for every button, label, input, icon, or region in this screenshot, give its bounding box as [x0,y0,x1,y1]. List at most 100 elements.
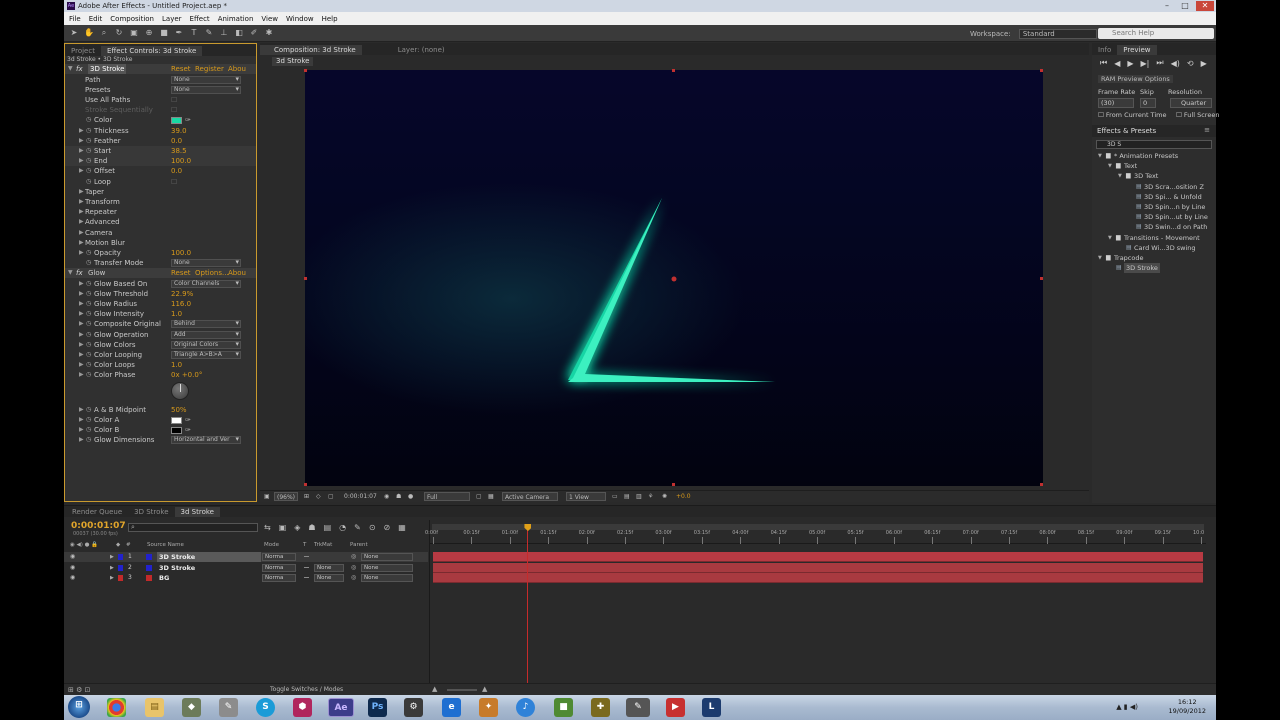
effects-presets-title[interactable]: Effects & Presets [1097,127,1156,135]
text-tool-icon[interactable]: T [189,28,199,38]
layer-expand-icon[interactable]: ▶ [110,552,114,562]
current-time-field[interactable]: 0:00:01:07 [344,492,377,501]
puppet-tool-icon[interactable]: ✱ [264,28,274,38]
effect-param-presets[interactable]: Presets None [65,85,256,95]
menu-animation[interactable]: Animation [218,15,254,23]
eyedropper-icon[interactable]: ✑ [185,425,191,435]
safe-zones-icon[interactable]: ⊞ [304,492,309,501]
stopwatch-icon[interactable]: ◷ [86,350,91,360]
preset-tree-item[interactable]: ▼ ▆ Text [1092,161,1216,171]
param-dropdown[interactable]: Behind [171,320,241,329]
region-of-interest-icon[interactable]: ▢ [476,492,482,501]
expand-icon[interactable]: ▶ [79,330,84,340]
search-help-input[interactable]: Search Help [1098,28,1214,39]
layer-expand-icon[interactable]: ▶ [110,573,114,583]
app15-icon[interactable]: ✎ [626,698,650,717]
composition-viewer[interactable] [304,69,1043,486]
camera-tool-icon[interactable]: ▣ [129,28,139,38]
param-dropdown[interactable]: Horizontal and Ver [171,436,241,445]
stopwatch-icon[interactable]: ◷ [86,309,91,319]
blend-mode-dropdown[interactable]: Norma [262,574,296,582]
param-value[interactable]: 0x +0.0° [171,370,202,380]
effect-param-glow-operation[interactable]: ▶ ◷ Glow Operation Add [65,330,256,340]
expand-icon[interactable]: ▶ [79,309,84,319]
expand-icon[interactable]: ▶ [79,299,84,309]
handle-mr[interactable] [1040,277,1043,280]
stopwatch-icon[interactable]: ◷ [86,319,91,329]
timeline-search-input[interactable]: ⌕ [128,523,258,532]
skip-field[interactable]: 0 [1140,98,1156,108]
preset-tree-item[interactable]: ▤ 3D Spi... & Unfold [1092,192,1216,202]
preserve-transparency-toggle[interactable] [304,566,309,568]
effect-about-link[interactable]: Abou [228,64,246,74]
exposure-icon[interactable]: ✺ [662,492,667,501]
full-screen-checkbox[interactable]: ☐ Full Screen [1176,111,1219,119]
effect-param-stroke-sequentially[interactable]: Stroke Sequentially ☐ [65,105,256,115]
layer-duration-bar[interactable] [433,552,1203,562]
timeline-layer-row[interactable]: ◉ ▶ 3 BG Norma None ◎ None [64,573,428,583]
anchor-point-icon[interactable] [671,276,677,282]
start-button-icon[interactable]: ⊞ [68,696,90,718]
param-value[interactable]: 39.0 [171,126,187,136]
graph-editor-icon[interactable]: ⊘ [384,523,391,532]
effect-param-composite-original[interactable]: ▶ ◷ Composite Original Behind [65,319,256,329]
handle-bl[interactable] [304,483,307,486]
preserve-transparency-toggle[interactable] [304,577,309,578]
effect-param-opacity[interactable]: ▶ ◷ Opacity 100.0 [65,248,256,258]
effect-param-motion-blur[interactable]: ▶ Motion Blur [65,238,256,248]
expand-icon[interactable]: ▶ [79,425,84,435]
parent-dropdown[interactable]: None [361,563,413,572]
expand-icon[interactable]: ▶ [79,166,84,176]
effect-param-color-loops[interactable]: ▶ ◷ Color Loops 1.0 [65,360,256,370]
ie-icon[interactable]: e [442,698,461,717]
expand-icon[interactable]: ▶ [79,146,84,156]
ram-preview-icon[interactable]: ▶ [1201,59,1207,68]
stopwatch-icon[interactable]: ◷ [86,415,91,425]
param-dropdown[interactable]: Add [171,330,241,339]
brainstorm-icon[interactable]: ✎ [354,523,361,532]
fast-previews-icon[interactable]: ▤ [624,492,630,501]
show-snapshot-icon[interactable]: ☗ [396,492,401,501]
pen-tool-icon[interactable]: ✒ [174,28,184,38]
preserve-transparency-toggle[interactable] [304,556,309,557]
time-ruler[interactable]: 0:00f 00:15f 01:00f 01:15f 02:00f 02:15f 03:00… [425,530,1206,544]
trkmat-dropdown[interactable] [314,553,344,561]
effect-options-link[interactable]: Options... [195,268,229,278]
stopwatch-icon[interactable]: ◷ [86,435,91,445]
timeline-layer-row[interactable]: ◉ ▶ 1 3D Stroke Norma ◎ None [64,552,428,562]
menu-composition[interactable]: Composition [110,15,154,23]
tree-toggle-icon[interactable]: ▼ [1098,253,1102,263]
effect-param-transfer-mode[interactable]: ◷ Transfer Mode None [65,258,256,268]
app17-icon[interactable]: L [702,698,721,717]
color-swatch[interactable] [171,416,182,424]
close-icon[interactable]: ✕ [1196,1,1214,11]
param-value[interactable]: 100.0 [171,156,191,166]
pick-whip-icon[interactable]: ◎ [351,552,356,562]
effect-param-color-a[interactable]: ▶ ◷ Color A ✑ [65,415,256,425]
toggle-switches-modes[interactable]: Toggle Switches / Modes [270,686,343,693]
exposure-value[interactable]: +0.0 [676,492,691,501]
play-icon[interactable]: ▶ [1127,59,1133,68]
param-checkbox[interactable]: ☐ [171,177,177,187]
effect-param-offset[interactable]: ▶ ◷ Offset 0.0 [65,166,256,176]
live-update-icon[interactable]: ▣ [279,523,287,532]
stopwatch-icon[interactable]: ◷ [86,136,91,146]
fx-icon[interactable]: fx [76,64,83,74]
shy-icon[interactable]: ☗ [308,523,315,532]
tab-3d-stroke-active[interactable]: 3d Stroke [174,507,220,517]
workspace-selector[interactable]: Workspace: Standard [970,29,1097,39]
visibility-eye-icon[interactable]: ◉ [70,573,75,583]
minecraft-icon[interactable]: ■ [554,698,573,717]
stopwatch-icon[interactable]: ◷ [86,258,91,268]
param-checkbox[interactable]: ☐ [171,95,177,105]
motion-blur-icon[interactable]: ◔ [339,523,346,532]
app11-icon[interactable]: ✦ [479,698,498,717]
tray-icons[interactable]: ▲ ▮ ◀) [1116,703,1138,711]
parent-dropdown[interactable]: None [361,553,413,561]
trkmat-dropdown[interactable]: None [314,574,344,582]
t-header[interactable]: T [303,542,306,548]
app14-icon[interactable]: ✚ [591,698,610,717]
param-value[interactable]: 38.5 [171,146,187,156]
last-frame-icon[interactable]: ⏭ [1156,58,1163,68]
expand-icon[interactable]: ▶ [79,370,84,380]
